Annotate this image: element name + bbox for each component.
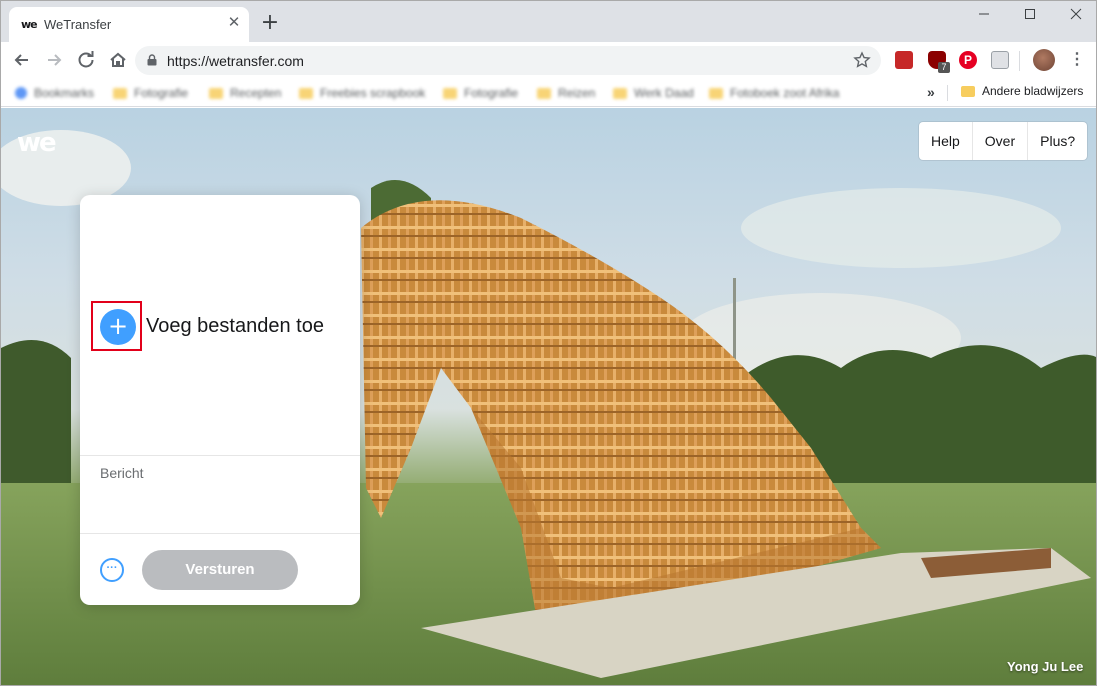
tab-close-icon[interactable]: ✕ [226, 15, 242, 31]
wetransfer-logo[interactable]: we [17, 128, 57, 158]
bookmark-label: Fotografie [464, 86, 519, 100]
browser-toolbar: https://wetransfer.com 7 P ⋮ [1, 42, 1096, 79]
bookmark-item[interactable]: Fotografie [113, 84, 188, 102]
lock-icon [147, 54, 157, 66]
bookmark-item[interactable]: Reizen [537, 84, 595, 102]
bookmark-star-icon[interactable] [853, 51, 871, 69]
folder-icon [613, 87, 627, 99]
bookmarks-overflow-chevron-icon[interactable]: » [927, 84, 935, 100]
message-field[interactable]: Bericht [100, 465, 340, 529]
bookmark-label: Freebies scrapbook [320, 86, 426, 100]
folder-icon [299, 87, 313, 99]
home-icon[interactable] [105, 47, 131, 73]
top-navigation: Help Over Plus? [919, 122, 1088, 160]
bookmark-label: Recepten [230, 86, 282, 100]
tab-title: WeTransfer [44, 17, 112, 32]
url-text: https://wetransfer.com [167, 53, 304, 69]
nav-over[interactable]: Over [973, 122, 1029, 160]
bookmark-label: Fotoboek zoot Afrika [730, 86, 840, 100]
more-options-icon[interactable]: ··· [100, 558, 124, 582]
other-bookmarks[interactable]: Andere bladwijzers [961, 84, 1083, 98]
forward-arrow-icon[interactable] [41, 47, 67, 73]
reload-icon[interactable] [73, 47, 99, 73]
folder-icon [537, 87, 551, 99]
nav-help[interactable]: Help [919, 122, 973, 160]
profile-avatar[interactable] [1033, 49, 1055, 71]
add-files-button[interactable]: + [100, 309, 136, 345]
maximize-icon[interactable] [1015, 5, 1045, 25]
browser-tab[interactable]: we WeTransfer ✕ [9, 7, 249, 42]
bookmarks-divider [947, 85, 948, 101]
extension-red-icon[interactable] [895, 51, 913, 69]
folder-icon [443, 87, 457, 99]
other-bookmarks-label: Andere bladwijzers [982, 84, 1084, 98]
extension-grey-icon[interactable] [991, 51, 1009, 69]
bookmark-label: Werk Daad [634, 86, 694, 100]
bookmark-item[interactable]: Fotografie [443, 84, 518, 102]
tab-strip: we WeTransfer ✕ + [1, 1, 1096, 42]
send-button[interactable]: Versturen [142, 550, 298, 590]
folder-icon [709, 87, 723, 99]
window-close-icon[interactable] [1061, 5, 1091, 25]
bookmark-item[interactable]: Werk Daad [613, 84, 694, 102]
wetransfer-favicon-icon: we [21, 18, 38, 31]
upload-card: + Voeg bestanden toe Bericht ··· Verstur… [80, 195, 360, 605]
folder-icon [209, 87, 223, 99]
new-tab-icon[interactable]: + [259, 12, 281, 35]
bookmark-label: Fotografie [134, 86, 189, 100]
minimize-icon[interactable] [969, 5, 999, 25]
bookmark-item[interactable]: Fotoboek zoot Afrika [709, 84, 839, 102]
bookmark-label: Reizen [558, 86, 596, 100]
extension-badge: 7 [938, 62, 950, 73]
nav-plus[interactable]: Plus? [1028, 122, 1087, 160]
apps-icon [15, 87, 27, 99]
folder-icon [113, 87, 127, 99]
toolbar-divider [1019, 51, 1020, 71]
card-divider [80, 455, 360, 456]
wetransfer-page: we Help Over Plus? + Voeg bestanden toe … [1, 108, 1096, 685]
address-bar[interactable]: https://wetransfer.com [135, 46, 881, 75]
bookmarks-bar: Bookmarks Fotografie Recepten Freebies s… [1, 79, 1096, 107]
bookmark-item[interactable]: Recepten [209, 84, 281, 102]
card-divider [80, 533, 360, 534]
more-menu-icon[interactable]: ⋮ [1069, 50, 1085, 70]
bookmark-item[interactable]: Bookmarks [15, 84, 94, 102]
folder-icon [961, 85, 975, 97]
pinterest-icon[interactable]: P [959, 51, 977, 69]
bookmark-item[interactable]: Freebies scrapbook [299, 84, 425, 102]
browser-window: we WeTransfer ✕ + https://wetransfer.com… [0, 0, 1097, 686]
add-files-label[interactable]: Voeg bestanden toe [146, 315, 324, 338]
bookmark-label: Bookmarks [34, 86, 95, 100]
photo-credit[interactable]: Yong Ju Lee [1007, 659, 1083, 674]
back-arrow-icon[interactable] [9, 47, 35, 73]
